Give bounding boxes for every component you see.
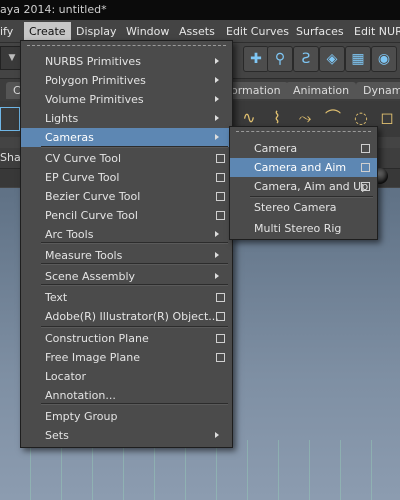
menu-item-label: Sets	[45, 429, 69, 442]
submenu-arrow-icon	[215, 231, 219, 237]
live-surface-icon[interactable]: ◉	[371, 46, 397, 72]
submenu-arrow-icon	[215, 273, 219, 279]
menu-item-label: Adobe(R) Illustrator(R) Object...	[45, 310, 219, 323]
menu-item-label: Empty Group	[45, 410, 118, 423]
menu-item-sets[interactable]: Sets	[21, 426, 232, 445]
menu-item-label: Pencil Curve Tool	[45, 209, 138, 222]
menu-item-nurbs-primitives[interactable]: NURBS Primitives	[21, 52, 232, 71]
create-menu: NURBS Primitives Polygon Primitives Volume…	[20, 40, 233, 448]
menu-item-label: EP Curve Tool	[45, 171, 120, 184]
option-box-icon[interactable]	[361, 144, 370, 153]
option-box-icon[interactable]	[361, 182, 370, 191]
tab-dynamics[interactable]: Dynami	[356, 82, 400, 99]
menu-item-camera-and-aim[interactable]: Camera and Aim	[230, 158, 377, 177]
menu-create[interactable]: Create	[24, 22, 71, 42]
option-box-icon[interactable]	[216, 211, 225, 220]
viewport-grid	[0, 440, 400, 500]
menu-item-label: Multi Stereo Rig	[254, 222, 342, 235]
submenu-arrow-icon	[215, 58, 219, 64]
menu-item-label: Lights	[45, 112, 79, 125]
option-box-icon[interactable]	[216, 334, 225, 343]
submenu-arrow-icon	[215, 252, 219, 258]
menu-separator	[41, 242, 228, 244]
menu-separator	[41, 284, 228, 286]
select-tool-icon[interactable]	[0, 107, 20, 131]
menu-item-text[interactable]: Text	[21, 288, 232, 307]
submenu-arrow-icon	[215, 96, 219, 102]
menu-display[interactable]: Display	[76, 22, 117, 42]
menu-item-construction-plane[interactable]: Construction Plane	[21, 329, 232, 348]
menu-item-label: NURBS Primitives	[45, 55, 141, 68]
menu-item-label: Volume Primitives	[45, 93, 144, 106]
menu-surfaces[interactable]: Surfaces	[296, 22, 344, 42]
snap-plane-icon[interactable]: ◈	[319, 46, 345, 72]
option-box-icon[interactable]	[216, 353, 225, 362]
menu-item-label: Stereo Camera	[254, 201, 337, 214]
tear-off-handle[interactable]	[236, 131, 371, 132]
menu-item-camera[interactable]: Camera	[230, 139, 377, 158]
option-box-icon[interactable]	[216, 192, 225, 201]
tab-animation[interactable]: Animation	[286, 82, 357, 99]
menu-item-label: CV Curve Tool	[45, 152, 122, 165]
menu-separator	[41, 326, 228, 328]
submenu-arrow-icon	[215, 432, 219, 438]
menu-item-cv-curve-tool[interactable]: CV Curve Tool	[21, 149, 232, 168]
menu-item-lights[interactable]: Lights	[21, 109, 232, 128]
menu-item-label: Cameras	[45, 131, 94, 144]
menu-item-label: Locator	[45, 370, 87, 383]
window-title: aya 2014: untitled*	[0, 3, 107, 16]
menu-separator	[41, 146, 228, 148]
option-box-icon[interactable]	[216, 312, 225, 321]
menu-assets[interactable]: Assets	[179, 22, 215, 42]
menu-item-label: Camera and Aim	[254, 161, 347, 174]
menu-item-volume-primitives[interactable]: Volume Primitives	[21, 90, 232, 109]
menu-item-locator[interactable]: Locator	[21, 367, 232, 386]
menu-item-pencil-curve-tool[interactable]: Pencil Curve Tool	[21, 206, 232, 225]
tear-off-handle[interactable]	[27, 45, 226, 46]
menu-item-camera-aim-and-up[interactable]: Camera, Aim and Up	[230, 177, 377, 196]
snap-surface-icon[interactable]: ▦	[345, 46, 371, 72]
snap-point-icon[interactable]: Ƨ	[293, 46, 319, 72]
menu-edit-nurbs[interactable]: Edit NURB	[354, 22, 400, 42]
menu-separator	[41, 403, 228, 405]
snap-grid-icon[interactable]: ✚	[243, 46, 269, 72]
menu-item-label: Bezier Curve Tool	[45, 190, 141, 203]
menu-item-multi-stereo-rig[interactable]: Multi Stereo Rig	[230, 219, 377, 238]
menu-separator	[41, 263, 228, 265]
menu-item-stereo-camera[interactable]: Stereo Camera	[230, 198, 377, 217]
option-box-icon[interactable]	[216, 154, 225, 163]
submenu-arrow-icon	[215, 115, 219, 121]
menu-item-adobe-r-illustrator-r-object[interactable]: Adobe(R) Illustrator(R) Object...	[21, 307, 232, 326]
menu-item-label: Camera, Aim and Up	[254, 180, 369, 193]
menu-window[interactable]: Window	[126, 22, 169, 42]
option-box-icon[interactable]	[361, 163, 370, 172]
submenu-arrow-icon	[215, 77, 219, 83]
cameras-submenu: Camera Camera and Aim Camera, Aim and Up St…	[229, 126, 378, 240]
option-box-icon[interactable]	[216, 293, 225, 302]
menu-item-label: Polygon Primitives	[45, 74, 146, 87]
menu-edit-curves[interactable]: Edit Curves	[226, 22, 289, 42]
menu-modify[interactable]: ify	[0, 22, 13, 42]
snap-curve-icon[interactable]: ⚲	[267, 46, 293, 72]
menu-item-label: Camera	[254, 142, 298, 155]
menu-bar: ify Create Display Window Assets Edit Cu…	[0, 22, 400, 42]
title-bar: aya 2014: untitled*	[0, 0, 400, 20]
menu-item-cameras[interactable]: Cameras	[21, 128, 232, 147]
menu-separator	[250, 196, 373, 198]
submenu-arrow-icon	[215, 134, 219, 140]
menu-item-polygon-primitives[interactable]: Polygon Primitives	[21, 71, 232, 90]
menu-item-ep-curve-tool[interactable]: EP Curve Tool	[21, 168, 232, 187]
menu-item-empty-group[interactable]: Empty Group	[21, 407, 232, 426]
menu-item-label: Text	[45, 291, 68, 304]
menu-item-label: Construction Plane	[45, 332, 149, 345]
menu-item-free-image-plane[interactable]: Free Image Plane	[21, 348, 232, 367]
menu-item-label: Free Image Plane	[45, 351, 140, 364]
menu-item-bezier-curve-tool[interactable]: Bezier Curve Tool	[21, 187, 232, 206]
option-box-icon[interactable]	[216, 173, 225, 182]
tab-deformation[interactable]: ormation	[224, 82, 288, 99]
